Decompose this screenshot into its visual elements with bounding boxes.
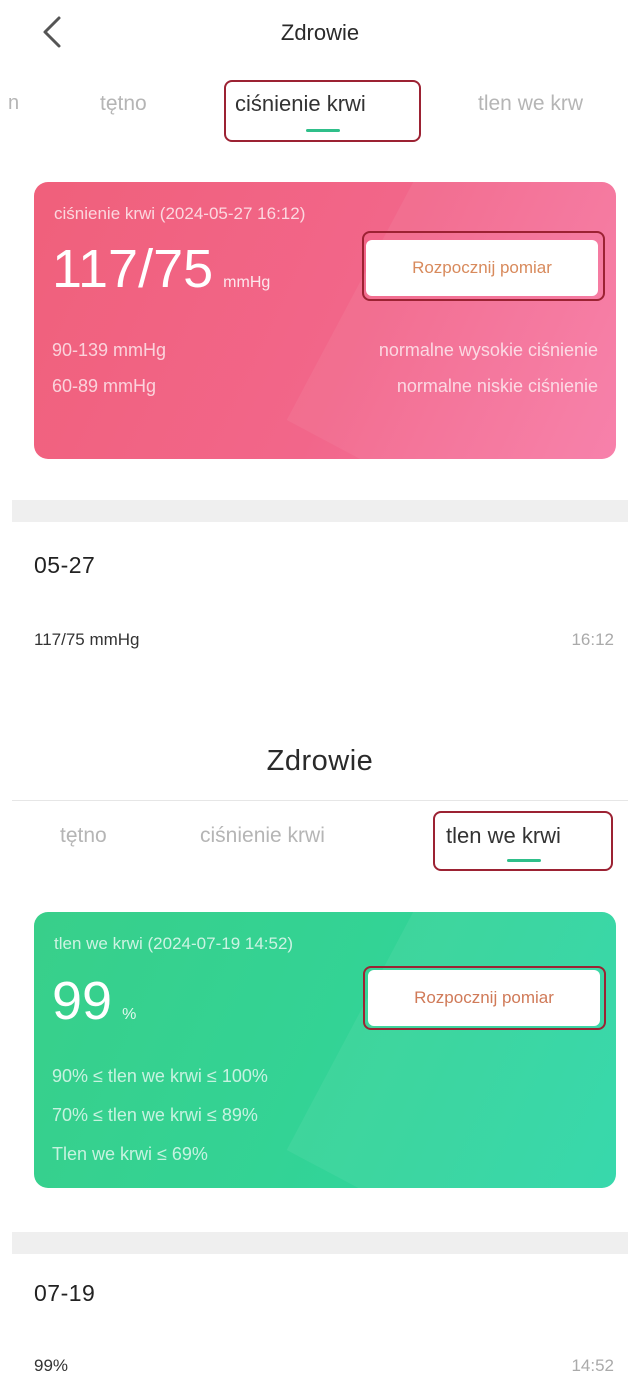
section-separator [12,500,628,522]
measurement-value: 99% [52,974,136,1028]
page-title: Zdrowie [280,20,360,45]
active-tab-indicator [306,129,340,132]
tab-blood-pressure[interactable]: ciśnienie krwi [235,91,366,117]
measurement-value: 117/75 mmHg [52,242,270,296]
blood-pressure-screen: Zdrowie n tętno ciśnienie krwi tlen we k… [0,0,640,700]
range-low: 60-89 mmHg [52,376,157,396]
value-number: 117/75 [52,239,214,299]
active-tab-indicator [507,859,541,862]
tab-heart-rate[interactable]: tętno [60,824,107,848]
value-unit: % [122,1006,137,1023]
history-date: 07-19 [34,1280,96,1306]
history-record-time: 14:52 [571,1356,614,1375]
tab-blood-pressure[interactable]: ciśnienie krwi [200,824,325,848]
history-record-value: 117/75 mmHg [34,630,140,649]
value-number: 99 [52,971,113,1031]
range-high-desc: normalne wysokie ciśnienie [378,340,598,360]
tab-blood-oxygen[interactable]: tlen we krw [478,92,583,116]
tab-heart-rate[interactable]: tętno [100,92,147,116]
blood-oxygen-card: tlen we krwi (2024-07-19 14:52) 99% Rozp… [34,912,616,1188]
range-normal: 90% ≤ tlen we krwi ≤ 100% [52,1066,268,1086]
history-record-time: 16:12 [571,630,614,649]
tab-blood-oxygen[interactable]: tlen we krwi [446,823,561,849]
blood-oxygen-screen: Zdrowie tętno ciśnienie krwi tlen we krw… [0,700,640,1390]
header-divider [12,800,628,801]
section-separator [12,1232,628,1254]
page-title: Zdrowie [266,745,374,777]
range-low-desc: normalne niskie ciśnienie [396,376,598,396]
range-very-low: Tlen we krwi ≤ 69% [52,1144,208,1164]
history-record-value: 99% [34,1356,69,1375]
range-low: 70% ≤ tlen we krwi ≤ 89% [52,1105,258,1125]
start-measurement-button[interactable]: Rozpocznij pomiar [366,240,598,296]
range-high: 90-139 mmHg [52,340,167,360]
measurement-label: ciśnienie krwi (2024-05-27 16:12) [54,204,306,223]
blood-pressure-card: ciśnienie krwi (2024-05-27 16:12) 117/75… [34,182,616,459]
history-date: 05-27 [34,552,96,578]
tab-partial[interactable]: n [8,92,19,115]
value-unit: mmHg [223,274,271,291]
measurement-label: tlen we krwi (2024-07-19 14:52) [54,934,294,953]
start-measurement-button[interactable]: Rozpocznij pomiar [368,970,600,1026]
